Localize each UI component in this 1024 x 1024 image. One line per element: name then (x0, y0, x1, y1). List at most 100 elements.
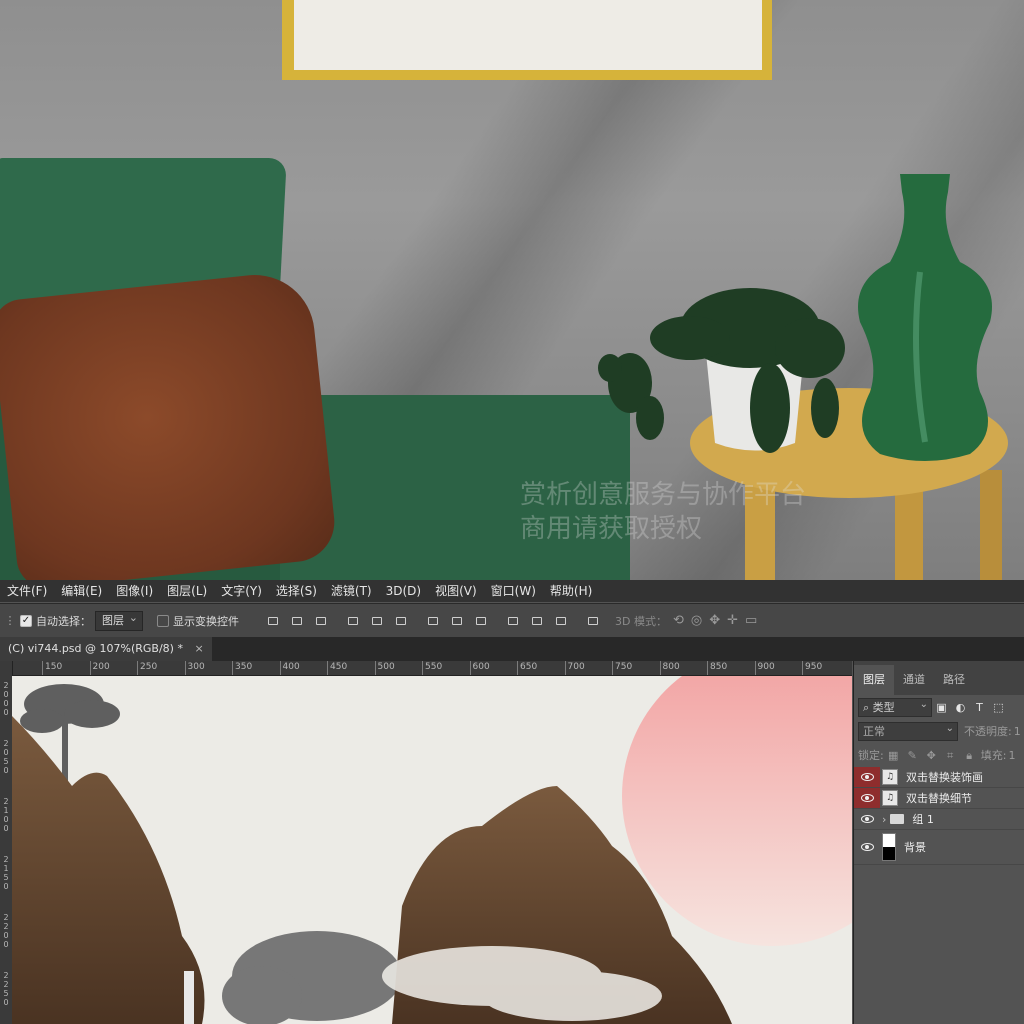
eye-icon (860, 773, 874, 781)
distribute-top-icon[interactable] (426, 614, 440, 628)
visibility-toggle[interactable] (854, 767, 880, 787)
menu-file[interactable]: 文件(F) (0, 580, 54, 602)
menu-layer[interactable]: 图层(L) (160, 580, 214, 602)
filter-shape-icon[interactable]: ⬚ (992, 701, 1005, 714)
align-hcenter-icon[interactable] (370, 614, 384, 628)
mockup-photo: 赏析创意服务与协作平台 商用请获取授权 (0, 0, 1024, 580)
artwork (12, 676, 852, 1024)
watermark-line: 商用请获取授权 (520, 514, 703, 544)
menu-edit[interactable]: 编辑(E) (54, 580, 109, 602)
close-tab-icon[interactable]: × (194, 642, 203, 655)
options-bar: ⋮ ✓ 自动选择： 图层 显示变换控件 3D 模式： ⟲◎✥✛▭ (0, 603, 1024, 637)
lock-artboard-icon[interactable]: ⌗ (944, 749, 957, 762)
eye-icon (860, 843, 874, 851)
chevron-right-icon[interactable]: › (882, 813, 886, 826)
tab-layers[interactable]: 图层 (854, 665, 894, 695)
distribute-vcenter-icon[interactable] (450, 614, 464, 628)
layer-filter-row: ⌕ 类型 ▣ ◐ T ⬚ (854, 695, 1024, 719)
visibility-toggle[interactable] (854, 830, 880, 864)
align-bottom-icon[interactable] (314, 614, 328, 628)
side-table-leg (980, 470, 1002, 580)
ruler-tick-label: 350 (232, 661, 252, 675)
ruler-tick-label: 2050 (3, 739, 9, 775)
filter-adjustment-icon[interactable]: ◐ (954, 701, 967, 714)
ruler-tick-label: 900 (754, 661, 775, 675)
layer-row[interactable]: › 组 1 (854, 809, 1024, 830)
distribute-right-icon[interactable] (554, 614, 568, 628)
menu-image[interactable]: 图像(I) (109, 580, 160, 602)
lock-paint-icon[interactable]: ✎ (906, 749, 919, 762)
frame-artwork (294, 0, 762, 70)
menu-help[interactable]: 帮助(H) (543, 580, 599, 602)
layer-row[interactable]: 背景 (854, 830, 1024, 865)
3d-tools-icons[interactable]: ⟲◎✥✛▭ (673, 613, 764, 628)
layer-filter-label: 类型 (872, 700, 895, 714)
document-title: (C) vi744.psd @ 107%(RGB/8) * (8, 642, 183, 655)
horizontal-ruler[interactable]: 150 200 250 300 350 400 450 500 550 600 650 700 750 8… (12, 661, 852, 676)
ruler-tick-label: 750 (612, 661, 632, 675)
align-top-icon[interactable] (266, 614, 280, 628)
ruler-tick-label: 700 (564, 661, 585, 675)
ruler-tick-label: 2000 (3, 681, 9, 717)
grip-icon: ⋮ (4, 614, 16, 627)
ruler-tick-label: 2250 (3, 971, 9, 1007)
menu-type[interactable]: 文字(Y) (214, 580, 269, 602)
align-right-icon[interactable] (394, 614, 408, 628)
auto-align-icon[interactable] (586, 614, 600, 628)
visibility-toggle[interactable] (854, 788, 880, 808)
fill-value[interactable]: 1 (1008, 749, 1015, 762)
ruler-tick-label: 550 (422, 661, 442, 675)
layer-row[interactable]: ♫ 双击替换细节 (854, 788, 1024, 809)
align-left-icon[interactable] (346, 614, 360, 628)
distribute-left-icon[interactable] (506, 614, 520, 628)
lock-transparent-icon[interactable]: ▦ (887, 749, 900, 762)
menu-window[interactable]: 窗口(W) (484, 580, 543, 602)
layer-filter-dropdown[interactable]: ⌕ 类型 (858, 696, 932, 717)
ruler-tick-label: 150 (42, 661, 62, 675)
filter-type-icon[interactable]: T (973, 701, 986, 714)
ruler-tick-label: 2100 (3, 797, 9, 833)
blend-row: 正常 不透明度: 1 (854, 719, 1024, 743)
menu-view[interactable]: 视图(V) (428, 580, 484, 602)
filter-pixel-icon[interactable]: ▣ (935, 701, 948, 714)
opacity-value[interactable]: 1 (1014, 725, 1021, 738)
ruler-tick-label: 250 (137, 661, 157, 675)
document-canvas[interactable] (12, 676, 852, 1024)
background-thumbnail (882, 833, 896, 861)
menu-select[interactable]: 选择(S) (269, 580, 324, 602)
layer-name: 组 1 (912, 813, 934, 826)
fill-label: 填充: (980, 749, 1007, 762)
align-vcenter-icon[interactable] (290, 614, 304, 628)
menu-3d[interactable]: 3D(D) (379, 580, 428, 602)
ruler-tick-label: 400 (279, 661, 300, 675)
layer-row[interactable]: ♫ 双击替换装饰画 (854, 767, 1024, 788)
distribute-bottom-icon[interactable] (474, 614, 488, 628)
mountain-left (12, 716, 205, 1024)
ruler-tick-label: 650 (517, 661, 537, 675)
menu-bar: 文件(F) 编辑(E) 图像(I) 图层(L) 文字(Y) 选择(S) 滤镜(T… (0, 580, 1024, 602)
ruler-tick-label: 950 (802, 661, 822, 675)
show-transform-checkbox[interactable] (157, 614, 169, 627)
auto-select-target-dropdown[interactable]: 图层 (95, 609, 143, 631)
lock-move-icon[interactable]: ✥ (925, 749, 938, 762)
tab-paths[interactable]: 路径 (934, 665, 974, 695)
smart-object-icon: ♫ (882, 769, 898, 785)
ruler-tick-label: 600 (469, 661, 490, 675)
lock-row: 锁定: ▦ ✎ ✥ ⌗ 🔒︎ 填充: 1 (854, 743, 1024, 767)
search-icon: ⌕ (863, 700, 870, 714)
potted-plant (598, 288, 845, 453)
distribute-hcenter-icon[interactable] (530, 614, 544, 628)
document-tab[interactable]: (C) vi744.psd @ 107%(RGB/8) * × (0, 637, 212, 661)
visibility-toggle[interactable] (854, 809, 880, 829)
blend-mode-dropdown[interactable]: 正常 (858, 720, 958, 741)
layers-panel: 图层 通道 路径 ⌕ 类型 ▣ ◐ T ⬚ 正常 不透明度: 1 锁定: ▦ ✎… (853, 661, 1024, 1024)
auto-select-checkbox[interactable]: ✓ (20, 614, 32, 627)
tab-channels[interactable]: 通道 (894, 665, 934, 695)
ruler-tick-label: 450 (327, 661, 347, 675)
watermark: 赏析创意服务与协作平台 商用请获取授权 (520, 478, 806, 546)
opacity-label: 不透明度: (964, 725, 1012, 738)
ruler-tick-label: 2200 (3, 913, 9, 949)
menu-filter[interactable]: 滤镜(T) (324, 580, 379, 602)
ruler-tick-label: 850 (707, 661, 727, 675)
lock-all-icon[interactable]: 🔒︎ (963, 749, 976, 762)
